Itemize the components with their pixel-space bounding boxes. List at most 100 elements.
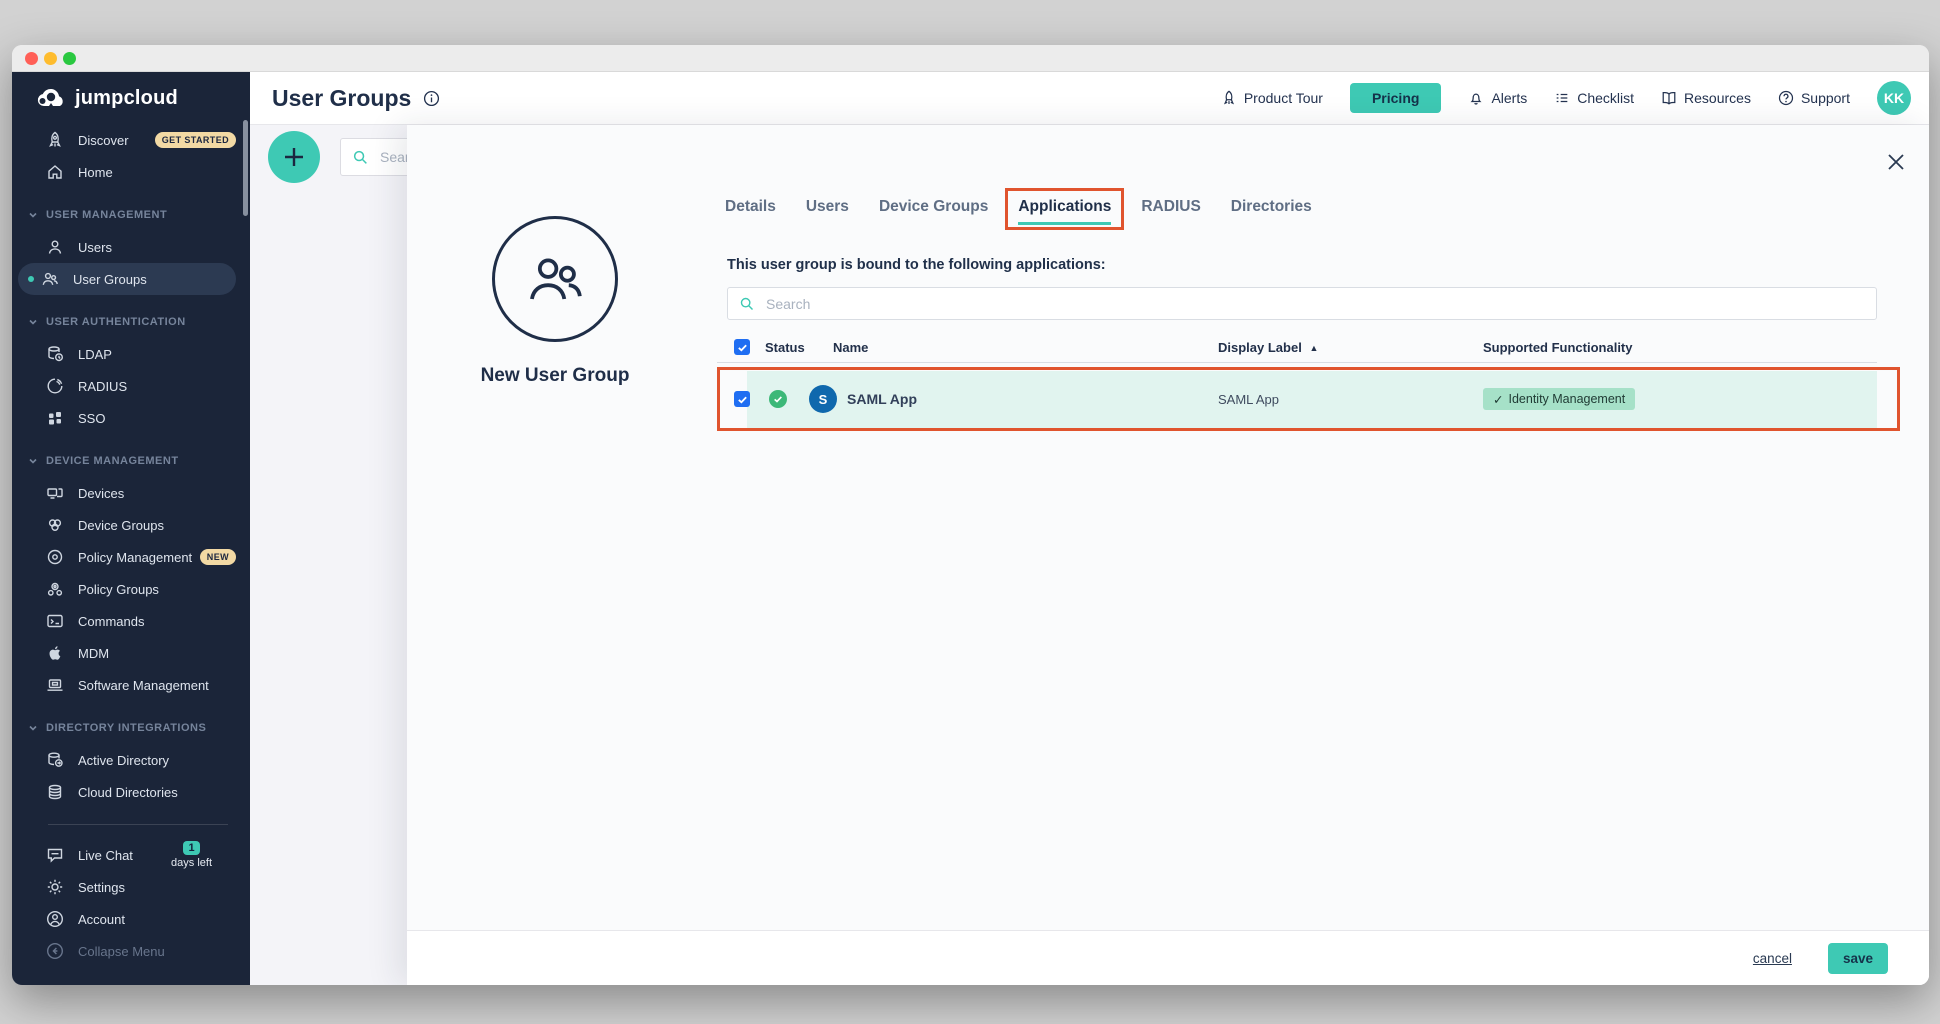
sidebar-item-radius[interactable]: RADIUS bbox=[12, 370, 250, 402]
sidebar-item-label: User Groups bbox=[73, 272, 147, 287]
sidebar-item-ldap[interactable]: LDAP bbox=[12, 338, 250, 370]
column-header-display-label[interactable]: Display Label ▲ bbox=[1218, 340, 1318, 355]
check-icon bbox=[737, 394, 748, 405]
user-avatar[interactable]: KK bbox=[1877, 81, 1911, 115]
tab-directories[interactable]: Directories bbox=[1231, 198, 1312, 222]
pricing-button[interactable]: Pricing bbox=[1350, 83, 1441, 113]
app-avatar: S bbox=[809, 385, 837, 413]
sidebar-section-user-authentication[interactable]: USER AUTHENTICATION bbox=[12, 306, 250, 338]
sidebar-item-label: Users bbox=[78, 240, 112, 255]
section-label: USER MANAGEMENT bbox=[46, 209, 167, 221]
sidebar-section-directory-integrations[interactable]: DIRECTORY INTEGRATIONS bbox=[12, 712, 250, 744]
sidebar-item-policy-management[interactable]: Policy Management NEW bbox=[12, 541, 250, 573]
sidebar-item-users[interactable]: Users bbox=[12, 231, 250, 263]
sidebar-item-sso[interactable]: SSO bbox=[12, 402, 250, 434]
jumpcloud-cloud-icon bbox=[36, 88, 66, 108]
terminal-icon bbox=[46, 612, 64, 630]
select-all-checkbox[interactable] bbox=[734, 339, 750, 355]
sidebar-item-settings[interactable]: Settings bbox=[12, 871, 250, 903]
resources-label: Resources bbox=[1684, 90, 1751, 106]
applications-search-box[interactable] bbox=[727, 287, 1877, 320]
sidebar-item-policy-groups[interactable]: Policy Groups bbox=[12, 573, 250, 605]
device-group-icon bbox=[46, 516, 64, 534]
row-checkbox[interactable] bbox=[734, 391, 750, 407]
devices-icon bbox=[46, 484, 64, 502]
sidebar-item-label: Live Chat bbox=[78, 848, 133, 863]
sidebar-item-live-chat[interactable]: Live Chat 1 days left bbox=[12, 839, 250, 871]
book-icon bbox=[1661, 90, 1677, 106]
alerts-button[interactable]: Alerts bbox=[1468, 90, 1527, 106]
sidebar-item-discover[interactable]: Discover GET STARTED bbox=[12, 124, 250, 156]
sidebar-item-label: Device Groups bbox=[78, 518, 164, 533]
active-directory-icon bbox=[46, 751, 64, 769]
sidebar-scrollbar[interactable] bbox=[243, 120, 248, 216]
sidebar-item-label: Collapse Menu bbox=[78, 944, 165, 959]
add-user-group-button[interactable] bbox=[268, 131, 320, 183]
sidebar-item-label: Cloud Directories bbox=[78, 785, 178, 800]
chevron-down-icon bbox=[28, 456, 38, 466]
collapse-arrow-icon bbox=[46, 942, 64, 960]
user-group-icon bbox=[524, 248, 586, 310]
drawer-tabs: Details Users Device Groups Applications… bbox=[725, 198, 1312, 225]
tab-device-groups[interactable]: Device Groups bbox=[879, 198, 988, 222]
sidebar-item-label: Policy Management bbox=[78, 550, 192, 565]
app-display-label: SAML App bbox=[1218, 392, 1279, 407]
info-icon[interactable] bbox=[423, 90, 440, 107]
resources-button[interactable]: Resources bbox=[1661, 90, 1751, 106]
alerts-label: Alerts bbox=[1491, 90, 1527, 106]
sidebar-item-devices[interactable]: Devices bbox=[12, 477, 250, 509]
chevron-down-icon bbox=[28, 723, 38, 733]
grid-icon bbox=[46, 409, 64, 427]
jumpcloud-logo: jumpcloud bbox=[12, 72, 250, 124]
checklist-button[interactable]: Checklist bbox=[1554, 90, 1634, 106]
sidebar-item-mdm[interactable]: MDM bbox=[12, 637, 250, 669]
sidebar-item-user-groups[interactable]: User Groups bbox=[18, 263, 236, 295]
rocket-icon bbox=[46, 131, 64, 149]
sidebar-item-cloud-directories[interactable]: Cloud Directories bbox=[12, 776, 250, 808]
chevron-down-icon bbox=[28, 210, 38, 220]
plus-icon bbox=[281, 144, 307, 170]
sidebar: jumpcloud Discover GET STARTED Home bbox=[12, 72, 250, 985]
search-icon bbox=[352, 149, 369, 166]
product-tour-button[interactable]: Product Tour bbox=[1221, 90, 1323, 106]
section-label: DIRECTORY INTEGRATIONS bbox=[46, 722, 206, 734]
display-label-text: Display Label bbox=[1218, 340, 1302, 355]
column-header-status[interactable]: Status bbox=[765, 340, 805, 355]
close-window-button[interactable] bbox=[25, 52, 38, 65]
sidebar-item-collapse-menu[interactable]: Collapse Menu bbox=[12, 935, 250, 967]
get-started-badge: GET STARTED bbox=[155, 132, 236, 148]
tab-radius[interactable]: RADIUS bbox=[1141, 198, 1200, 222]
minimize-window-button[interactable] bbox=[44, 52, 57, 65]
tab-users[interactable]: Users bbox=[806, 198, 849, 222]
close-icon[interactable] bbox=[1879, 145, 1913, 179]
sidebar-item-active-directory[interactable]: Active Directory bbox=[12, 744, 250, 776]
status-active-icon bbox=[769, 390, 787, 408]
save-button[interactable]: save bbox=[1828, 943, 1888, 974]
applications-search-input[interactable] bbox=[764, 295, 1865, 313]
policy-icon bbox=[46, 548, 64, 566]
sidebar-section-device-management[interactable]: DEVICE MANAGEMENT bbox=[12, 445, 250, 477]
main-area: User Groups Product Tour Pricing bbox=[250, 72, 1929, 985]
tab-details[interactable]: Details bbox=[725, 198, 776, 222]
tab-applications[interactable]: Applications bbox=[1018, 198, 1111, 225]
sidebar-item-software-management[interactable]: Software Management bbox=[12, 669, 250, 701]
sidebar-item-account[interactable]: Account bbox=[12, 903, 250, 935]
support-button[interactable]: Support bbox=[1778, 90, 1850, 106]
table-header-divider bbox=[717, 362, 1877, 363]
chevron-down-icon bbox=[28, 317, 38, 327]
policy-groups-icon bbox=[46, 580, 64, 598]
sidebar-item-home[interactable]: Home bbox=[12, 156, 250, 188]
sidebar-item-commands[interactable]: Commands bbox=[12, 605, 250, 637]
column-header-supported-functionality[interactable]: Supported Functionality bbox=[1483, 340, 1633, 355]
sort-asc-icon: ▲ bbox=[1309, 343, 1318, 353]
search-icon bbox=[739, 296, 755, 312]
sidebar-item-label: SSO bbox=[78, 411, 105, 426]
cancel-button[interactable]: cancel bbox=[1747, 950, 1798, 967]
sidebar-item-device-groups[interactable]: Device Groups bbox=[12, 509, 250, 541]
zoom-window-button[interactable] bbox=[63, 52, 76, 65]
sidebar-item-label: Devices bbox=[78, 486, 124, 501]
column-header-name[interactable]: Name bbox=[833, 340, 868, 355]
sidebar-section-user-management[interactable]: USER MANAGEMENT bbox=[12, 199, 250, 231]
group-name: New User Group bbox=[407, 365, 703, 387]
product-tour-rocket-icon bbox=[1221, 90, 1237, 106]
